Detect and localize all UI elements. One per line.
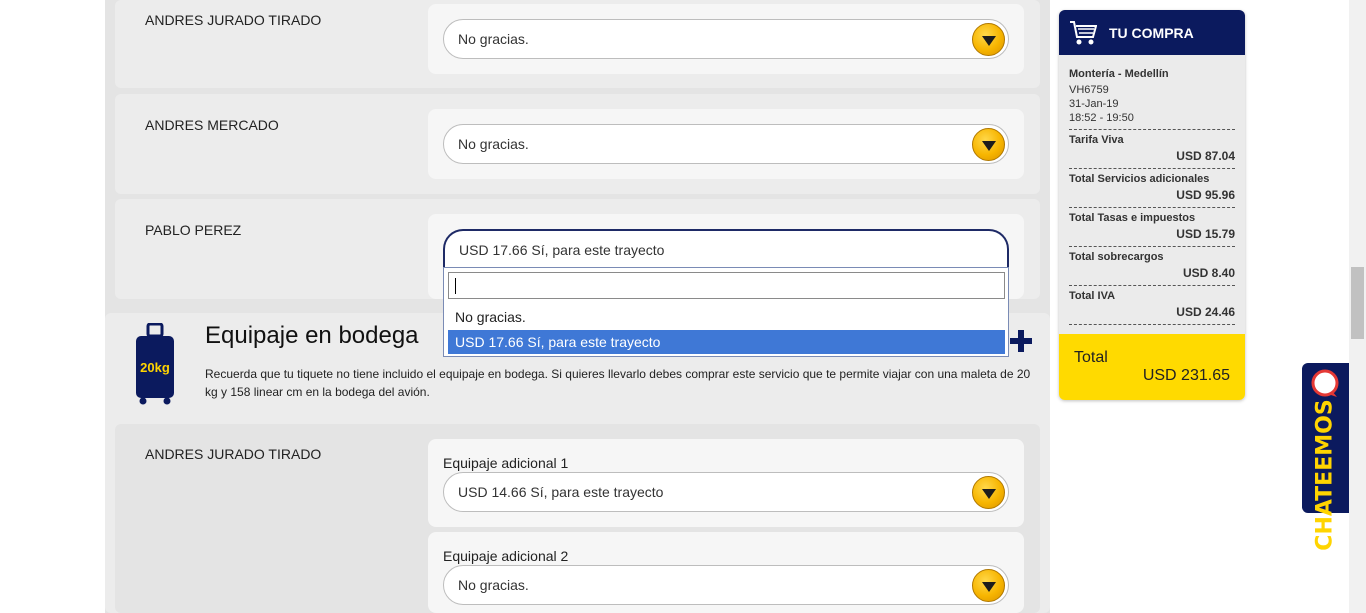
line-value: USD 15.79 [1176, 227, 1235, 241]
field-card: No gracias. [428, 109, 1024, 179]
luggage-icon: 20kg [136, 323, 174, 405]
select-value: No gracias. [458, 136, 529, 152]
total-value: USD 231.65 [1142, 367, 1230, 384]
cart-line-item: Total IVA USD 24.46 [1069, 285, 1235, 323]
flight-date: 31-Jan-19 [1069, 98, 1119, 110]
dropdown-option-selected[interactable]: USD 17.66 Sí, para este trayecto [448, 330, 1005, 354]
cart-header: TU COMPRA [1059, 10, 1245, 55]
chat-bubble-icon [1311, 369, 1339, 397]
field-label: Equipaje adicional 1 [443, 455, 569, 471]
passenger-name: ANDRES JURADO TIRADO [145, 446, 322, 462]
section-description: Recuerda que tu tiquete no tiene incluid… [205, 367, 1031, 399]
text-caret [455, 278, 456, 294]
chevron-down-icon[interactable] [972, 128, 1005, 161]
select-value: USD 17.66 Sí, para este trayecto [459, 242, 665, 258]
chat-label: CHATEEMOS [1312, 399, 1338, 551]
plus-icon[interactable] [1010, 330, 1032, 352]
shopping-cart-icon [1070, 21, 1097, 45]
chevron-down-icon[interactable] [972, 476, 1005, 509]
field-card: No gracias. [428, 4, 1024, 74]
line-label: Total IVA [1069, 290, 1116, 302]
cart-line-item: Total Servicios adicionales USD 95.96 [1069, 168, 1235, 206]
luggage-weight-label: 20kg [140, 360, 170, 375]
line-label: Tarifa Viva [1069, 134, 1124, 146]
passenger-block: ANDRES JURADO TIRADO No gracias. [115, 0, 1040, 88]
passenger-name: ANDRES MERCADO [145, 117, 279, 133]
flight-number: VH6759 [1069, 84, 1109, 96]
chevron-down-icon[interactable] [972, 569, 1005, 602]
cart-title: TU COMPRA [1109, 25, 1194, 41]
passenger-block: ANDRES MERCADO No gracias. [115, 94, 1040, 194]
dropdown-menu: No gracias. USD 17.66 Sí, para este tray… [443, 267, 1009, 357]
dropdown-search-input[interactable] [448, 272, 1005, 299]
line-value: USD 8.40 [1182, 266, 1235, 280]
dropdown-option[interactable]: No gracias. [448, 305, 1005, 329]
passenger-block: ANDRES JURADO TIRADO Equipaje adicional … [115, 424, 1040, 613]
cart-line-item: Total Tasas e impuestos USD 15.79 [1069, 207, 1235, 245]
cart-summary: TU COMPRA Montería - Medellín VH6759 31-… [1059, 10, 1245, 400]
cart-line-item: Tarifa Viva USD 87.04 [1069, 129, 1235, 167]
cart-total: Total USD 231.65 [1059, 334, 1245, 400]
scrollbar-thumb[interactable] [1351, 267, 1364, 339]
section-title: Equipaje en bodega [205, 322, 419, 349]
field-card: Equipaje adicional 2 No gracias. [428, 532, 1024, 613]
passenger-name: ANDRES JURADO TIRADO [145, 12, 322, 28]
select-value: No gracias. [458, 31, 529, 47]
luggage-select[interactable]: No gracias. [443, 19, 1009, 59]
field-card: Equipaje adicional 1 USD 14.66 Sí, para … [428, 439, 1024, 527]
field-label: Equipaje adicional 2 [443, 548, 569, 564]
line-value: USD 95.96 [1176, 188, 1235, 202]
line-value: USD 87.04 [1176, 149, 1235, 163]
line-label: Total sobrecargos [1069, 251, 1164, 263]
select-value: USD 14.66 Sí, para este trayecto [458, 484, 664, 500]
flight-time: 18:52 - 19:50 [1069, 112, 1134, 124]
line-value: USD 24.46 [1176, 305, 1235, 319]
luggage-select-open[interactable]: USD 17.66 Sí, para este trayecto [443, 229, 1009, 269]
extra-bag-select-2[interactable]: No gracias. [443, 565, 1009, 605]
luggage-select[interactable]: No gracias. [443, 124, 1009, 164]
cart-line-item: Total sobrecargos USD 8.40 [1069, 246, 1235, 284]
total-label: Total [1074, 349, 1108, 366]
flight-route: Montería - Medellín [1069, 68, 1169, 80]
divider [1069, 324, 1235, 325]
chat-widget[interactable]: CHATEEMOS [1302, 363, 1349, 551]
line-label: Total Servicios adicionales [1069, 173, 1210, 185]
select-value: No gracias. [458, 577, 529, 593]
extra-bag-select-1[interactable]: USD 14.66 Sí, para este trayecto [443, 472, 1009, 512]
passenger-name: PABLO PEREZ [145, 222, 242, 238]
page: ANDRES JURADO TIRADO No gracias. ANDRES … [0, 0, 1366, 613]
line-label: Total Tasas e impuestos [1069, 212, 1196, 224]
baggage-section: ANDRES JURADO TIRADO Equipaje adicional … [105, 313, 1050, 613]
chevron-down-icon[interactable] [972, 23, 1005, 56]
